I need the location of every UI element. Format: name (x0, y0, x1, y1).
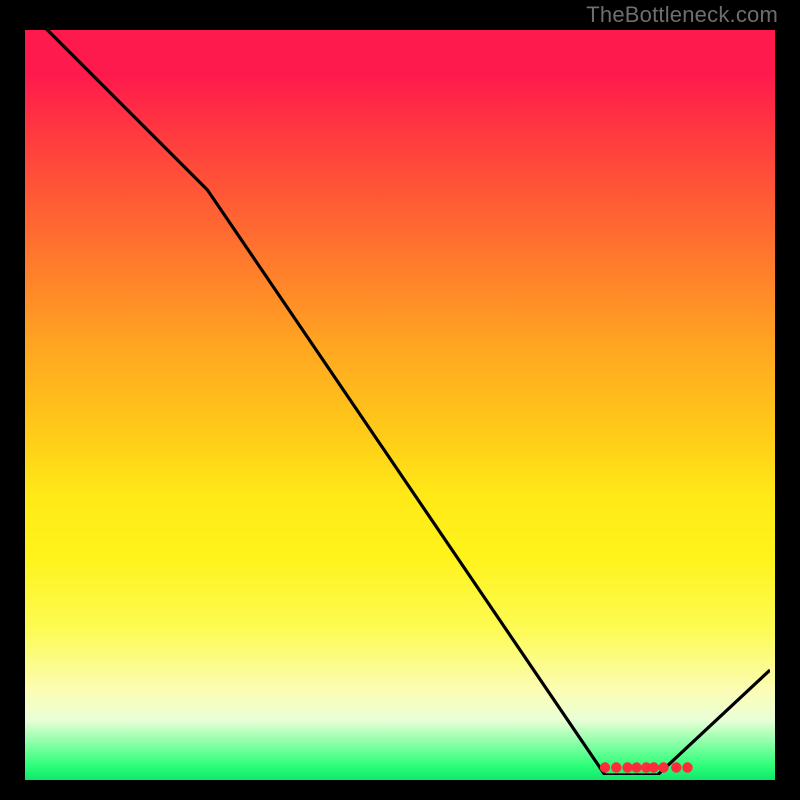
plot-gradient-bg (25, 30, 775, 780)
plot-frame (20, 25, 780, 785)
